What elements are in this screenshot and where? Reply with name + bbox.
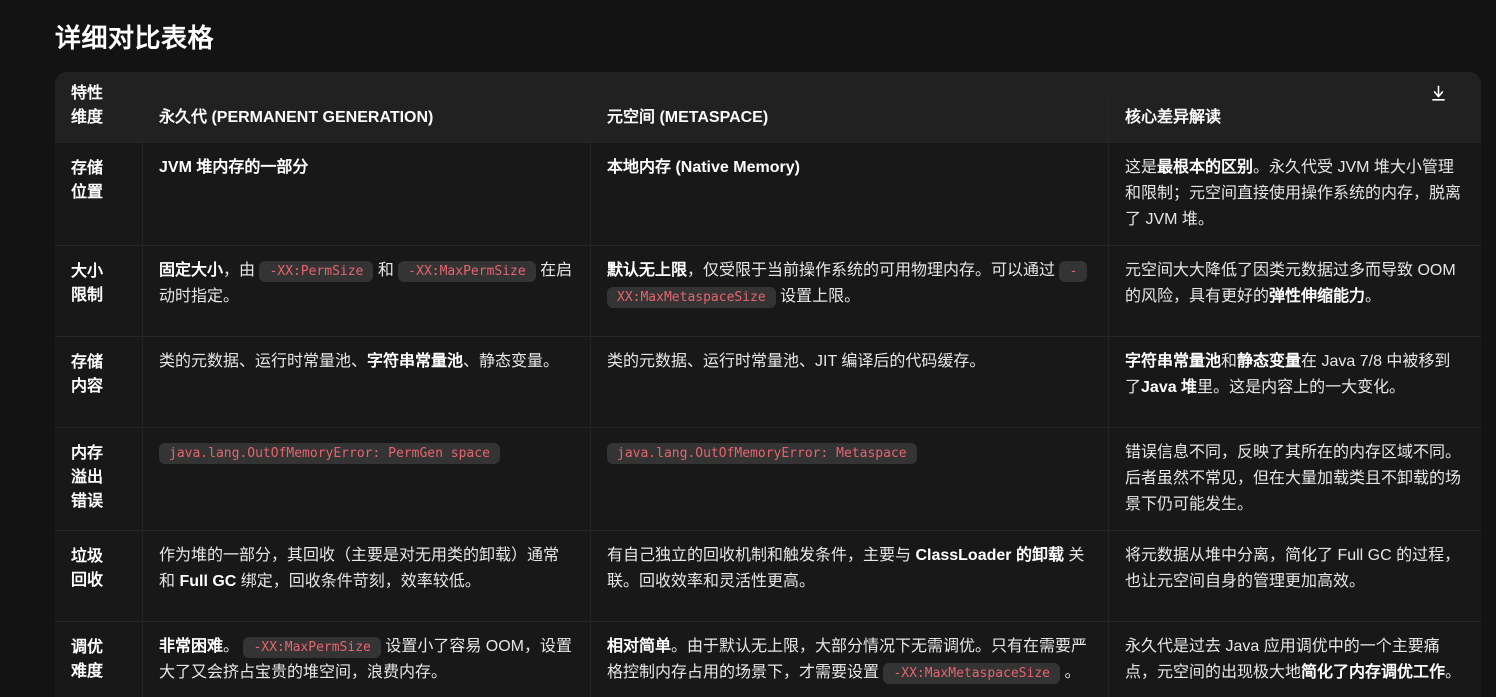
text-segment: 和 bbox=[373, 262, 398, 279]
text-segment: 绑定，回收条件苛刻，效率较低。 bbox=[236, 573, 480, 590]
cell-permgen: 非常困难。 -XX:MaxPermSize 设置小了容易 OOM，设置大了又会挤… bbox=[142, 622, 590, 697]
text-segment: 这是 bbox=[1125, 159, 1157, 176]
header-metaspace: 元空间 (METASPACE) bbox=[590, 96, 1108, 142]
row-label-size-limit: 大小 限制 bbox=[55, 246, 142, 336]
text-segment: ，仅受限于当前操作系统的可用物理内存。可以通过 bbox=[687, 262, 1059, 279]
text-segment: 字符串常量池 bbox=[367, 353, 463, 370]
inline-code: -XX:MaxMetaspaceSize bbox=[883, 663, 1060, 684]
text-segment: 类的元数据、运行时常量池、 bbox=[159, 353, 367, 370]
text-segment: 里。这是内容上的一大变化。 bbox=[1197, 379, 1405, 396]
row-label-oom-error: 内存 溢出 错误 bbox=[55, 428, 142, 530]
table-row: 内存 溢出 错误 java.lang.OutOfMemoryError: Per… bbox=[55, 427, 1481, 530]
cell-analysis: 元空间大大降低了因类元数据过多而导致 OOM 的风险，具有更好的弹性伸缩能力。 bbox=[1108, 246, 1481, 336]
table-header-row: 特性 维度 永久代 (PERMANENT GENERATION) 元空间 (ME… bbox=[55, 72, 1481, 142]
cell-permgen: 固定大小，由 -XX:PermSize 和 -XX:MaxPermSize 在启… bbox=[142, 246, 590, 336]
text-segment: Java 堆 bbox=[1141, 379, 1197, 396]
cell-metaspace: 类的元数据、运行时常量池、JIT 编译后的代码缓存。 bbox=[590, 337, 1108, 427]
text-segment: 字符串常量池 bbox=[1125, 353, 1221, 370]
cell-permgen: java.lang.OutOfMemoryError: PermGen spac… bbox=[142, 428, 590, 530]
cell-analysis: 永久代是过去 Java 应用调优中的一个主要痛点，元空间的出现极大地简化了内存调… bbox=[1108, 622, 1481, 697]
table-row: 存储 位置 JVM 堆内存的一部分 本地内存 (Native Memory) 这… bbox=[55, 142, 1481, 245]
row-label-storage-content: 存储 内容 bbox=[55, 337, 142, 427]
text-segment: 。 bbox=[1060, 664, 1080, 681]
text-segment: 有自己独立的回收机制和触发条件，主要与 bbox=[607, 547, 915, 564]
row-label-tuning-difficulty: 调优 难度 bbox=[55, 622, 142, 697]
table-row: 大小 限制 固定大小，由 -XX:PermSize 和 -XX:MaxPermS… bbox=[55, 245, 1481, 336]
cell-analysis: 错误信息不同，反映了其所在的内存区域不同。后者虽然不常见，但在大量加载类且不卸载… bbox=[1108, 428, 1481, 530]
cell-metaspace: 有自己独立的回收机制和触发条件，主要与 ClassLoader 的卸载 关联。回… bbox=[590, 531, 1108, 621]
text-segment: 将元数据从堆中分离，简化了 Full GC 的过程，也让元空间自身的管理更加高效… bbox=[1125, 547, 1460, 590]
cell-analysis: 将元数据从堆中分离，简化了 Full GC 的过程，也让元空间自身的管理更加高效… bbox=[1108, 531, 1481, 621]
header-feature-dimension: 特性 维度 bbox=[55, 72, 142, 142]
inline-code: java.lang.OutOfMemoryError: Metaspace bbox=[607, 443, 917, 464]
inline-code: java.lang.OutOfMemoryError: PermGen spac… bbox=[159, 443, 500, 464]
text-segment: 。 bbox=[1365, 288, 1381, 305]
text-segment: 相对简单 bbox=[607, 638, 671, 655]
text-segment: 固定大小 bbox=[159, 262, 223, 279]
cell-metaspace: 默认无上限，仅受限于当前操作系统的可用物理内存。可以通过 -XX:MaxMeta… bbox=[590, 246, 1108, 336]
cell-metaspace: 本地内存 (Native Memory) bbox=[590, 143, 1108, 245]
text-segment: 简化了内存调优工作 bbox=[1301, 664, 1445, 681]
text-segment: Full GC bbox=[179, 573, 236, 590]
inline-code: -XX:PermSize bbox=[259, 261, 373, 282]
table-row: 垃圾 回收 作为堆的一部分，其回收（主要是对无用类的卸载）通常和 Full GC… bbox=[55, 530, 1481, 621]
text-segment: 。 bbox=[1445, 664, 1461, 681]
text-segment: 设置上限。 bbox=[776, 288, 860, 305]
text-segment: ClassLoader 的卸载 bbox=[915, 547, 1064, 564]
text-segment: 类的元数据、运行时常量池、JIT 编译后的代码缓存。 bbox=[607, 353, 985, 370]
text-segment: 。 bbox=[223, 638, 243, 655]
text-segment: ，由 bbox=[223, 262, 259, 279]
row-label-storage-location: 存储 位置 bbox=[55, 143, 142, 245]
cell-metaspace: 相对简单。由于默认无上限，大部分情况下无需调优。只有在需要严格控制内存占用的场景… bbox=[590, 622, 1108, 697]
download-button[interactable] bbox=[1425, 80, 1451, 106]
text-segment: 默认无上限 bbox=[607, 262, 687, 279]
cell-analysis: 这是最根本的区别。永久代受 JVM 堆大小管理和限制；元空间直接使用操作系统的内… bbox=[1108, 143, 1481, 245]
header-permgen: 永久代 (PERMANENT GENERATION) bbox=[142, 96, 590, 142]
comparison-table: 特性 维度 永久代 (PERMANENT GENERATION) 元空间 (ME… bbox=[55, 72, 1481, 697]
page-title: 详细对比表格 bbox=[55, 22, 1496, 55]
cell-permgen: 作为堆的一部分，其回收（主要是对无用类的卸载）通常和 Full GC 绑定，回收… bbox=[142, 531, 590, 621]
inline-code: -XX:MaxPermSize bbox=[243, 637, 380, 658]
inline-code: -XX:MaxPermSize bbox=[398, 261, 535, 282]
table-row: 调优 难度 非常困难。 -XX:MaxPermSize 设置小了容易 OOM，设… bbox=[55, 621, 1481, 697]
table-row: 存储 内容 类的元数据、运行时常量池、字符串常量池、静态变量。 类的元数据、运行… bbox=[55, 336, 1481, 427]
text-segment: 、静态变量。 bbox=[463, 353, 559, 370]
cell-permgen: 类的元数据、运行时常量池、字符串常量池、静态变量。 bbox=[142, 337, 590, 427]
row-label-garbage-collection: 垃圾 回收 bbox=[55, 531, 142, 621]
text-segment: 本地内存 (Native Memory) bbox=[607, 159, 800, 176]
cell-analysis: 字符串常量池和静态变量在 Java 7/8 中被移到了Java 堆里。这是内容上… bbox=[1108, 337, 1481, 427]
text-segment: 非常困难 bbox=[159, 638, 223, 655]
text-segment: JVM 堆内存的一部分 bbox=[159, 159, 308, 176]
cell-metaspace: java.lang.OutOfMemoryError: Metaspace bbox=[590, 428, 1108, 530]
cell-permgen: JVM 堆内存的一部分 bbox=[142, 143, 590, 245]
text-segment: 弹性伸缩能力 bbox=[1269, 288, 1365, 305]
text-segment: 最根本的区别 bbox=[1157, 159, 1253, 176]
download-icon bbox=[1429, 84, 1448, 103]
text-segment: 和 bbox=[1221, 353, 1237, 370]
text-segment: 静态变量 bbox=[1237, 353, 1301, 370]
text-segment: 错误信息不同，反映了其所在的内存区域不同。后者虽然不常见，但在大量加载类且不卸载… bbox=[1125, 444, 1461, 513]
